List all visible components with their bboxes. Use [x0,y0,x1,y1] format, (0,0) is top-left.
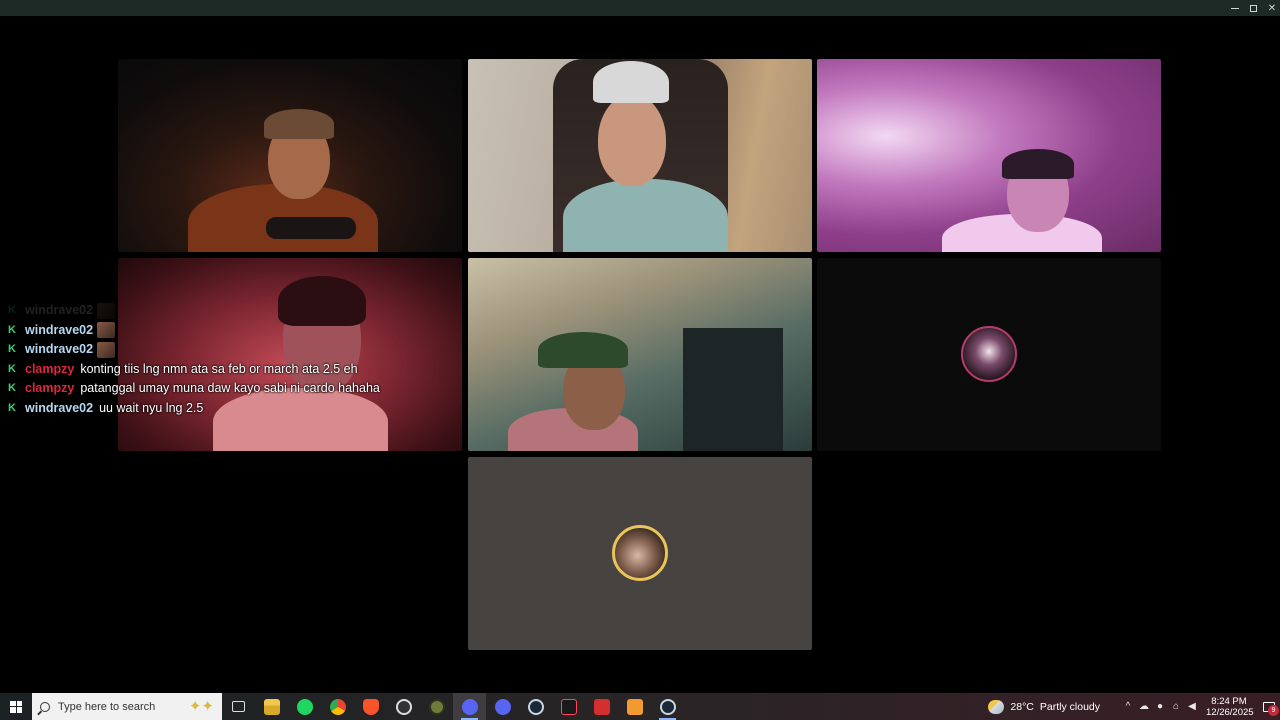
app-red-button[interactable] [585,693,618,720]
brave-icon [362,698,379,715]
kick-badge-icon: K [8,343,16,356]
video-tile-1[interactable] [118,59,462,252]
spotify-icon [296,698,313,715]
maximize-button[interactable] [1244,0,1262,16]
chat-message: Kclampzy patanggal umay muna daw kayo sab… [6,379,426,399]
task-view-button[interactable] [222,693,255,720]
discord-icon [461,698,478,715]
app-orange-icon [626,698,643,715]
window-titlebar: ✕ [0,0,1280,16]
brave-button[interactable] [354,693,387,720]
cap-shape [538,332,628,368]
discord-icon [494,698,511,715]
app-orange-button[interactable] [618,693,651,720]
chat-username[interactable]: clampzy [25,360,74,379]
chrome-icon [329,698,346,715]
folder-icon [263,698,280,715]
clock-time: 8:24 PM [1211,695,1247,707]
participant-avatar [612,525,668,581]
chat-message: Kclampzy konting tiis lng nmn ata sa feb … [6,360,426,380]
notification-count: 9 [1268,705,1279,716]
participant-head [598,94,666,186]
microphone-shape [266,217,356,239]
steam-2-button[interactable] [651,693,684,720]
chat-text: patanggal umay muna daw kayo sabi ni car… [80,381,380,396]
chat-message: Kwindrave02 [6,321,426,341]
weather-temp: 28°C [1010,700,1034,713]
chat-text: uu wait nyu lng 2.5 [99,400,204,415]
kick-badge-icon: K [8,382,16,395]
clock[interactable]: 8:24 PM 12/26/2025 [1206,695,1254,718]
steam-icon [659,698,676,715]
task-view-icon [232,701,245,712]
minimize-icon [1231,7,1239,9]
chat-username[interactable]: windrave02 [25,321,93,340]
chat-message: Kwindrave02 [6,301,426,321]
sparkle-icon: ✦✦ [188,698,214,715]
wifi-icon[interactable]: ⌂ [1168,693,1184,720]
search-icon [40,701,50,712]
weather-text: Partly cloudy [1039,700,1100,713]
kick-badge-icon: K [8,401,16,414]
steam-button[interactable] [519,693,552,720]
kick-badge-icon: K [8,362,16,375]
close-icon: ✕ [1267,2,1277,14]
chat-username[interactable]: windrave02 [25,399,93,418]
close-button[interactable]: ✕ [1263,0,1280,16]
app-circle-icon [395,698,412,715]
video-tile-6-camera-off[interactable] [817,258,1161,451]
chat-username[interactable]: windrave02 [25,340,93,359]
chevron-up-icon[interactable]: ^ [1120,693,1136,720]
chat-text: konting tiis lng nmn ata sa feb or march… [80,361,358,376]
minimize-button[interactable] [1226,0,1244,16]
steam-icon [527,698,544,715]
chat-username[interactable]: clampzy [25,379,74,398]
valorant-icon [560,698,577,715]
partly-cloudy-icon [988,699,1005,714]
emote-icon [97,302,116,319]
hair-shape [1002,149,1074,179]
search-box[interactable]: Type here to search ✦✦ [32,693,222,720]
kick-badge-icon: K [8,304,16,317]
discord-active-button[interactable] [453,693,486,720]
chat-message: Kwindrave02 [6,340,426,360]
chat-overlay: Kwindrave02 Kwindrave02 Kwindrave02 Kclampz… [6,301,426,418]
file-explorer-button[interactable] [255,693,288,720]
cap-shape [264,109,334,139]
network-app-icon[interactable]: ☁ [1136,693,1152,720]
app-green-icon [428,698,445,715]
video-tile-3[interactable] [817,59,1161,252]
discord-button[interactable] [486,693,519,720]
app-circle-button[interactable] [387,693,420,720]
chat-username[interactable]: windrave02 [25,301,93,320]
chrome-button[interactable] [321,693,354,720]
start-button[interactable] [0,693,32,720]
valorant-button[interactable] [552,693,585,720]
monitor-arm-shape [683,328,783,451]
spotify-button[interactable] [288,693,321,720]
weather-widget[interactable]: 28°C Partly cloudy [988,699,1106,714]
clock-date: 12/26/2025 [1206,706,1254,718]
windows-icon [10,700,22,713]
maximize-icon [1249,4,1257,12]
emote-icon [97,341,116,358]
microphone-icon[interactable]: ● [1152,693,1168,720]
app-red-icon [593,698,610,715]
cap-shape [593,61,669,103]
taskbar: Type here to search ✦✦ 28°C Partly cloud… [0,693,1280,720]
volume-icon[interactable]: ◀ [1184,693,1200,720]
app-green-button[interactable] [420,693,453,720]
search-placeholder: Type here to search [58,700,156,713]
video-tile-2[interactable] [468,59,812,252]
participant-avatar [961,326,1017,382]
video-tile-5[interactable] [468,258,812,451]
chat-message: Kwindrave02 uu wait nyu lng 2.5 [6,399,426,419]
notification-button[interactable]: 9 [1258,693,1280,720]
system-tray: 28°C Partly cloudy ^ ☁ ● ⌂ ◀ 8:24 PM 12/… [988,693,1280,720]
participant-silhouette [563,179,728,252]
kick-badge-icon: K [8,323,16,336]
video-tile-7-camera-off[interactable] [468,457,812,650]
emote-icon [97,322,116,339]
